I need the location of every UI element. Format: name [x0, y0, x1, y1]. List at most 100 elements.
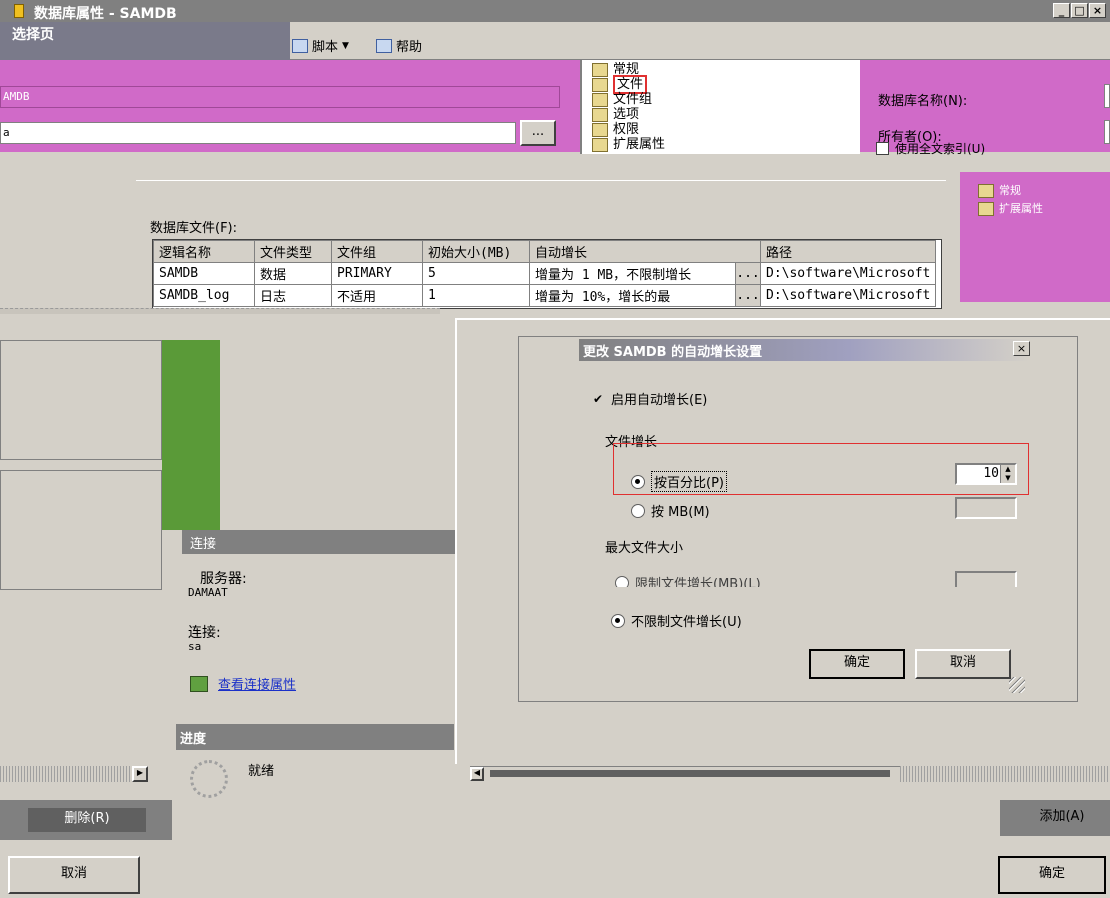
column-header[interactable]: 逻辑名称: [153, 240, 255, 263]
view-connection-properties-link[interactable]: 查看连接属性: [218, 674, 296, 693]
page-icon: [592, 77, 608, 92]
nav-item-filegroups[interactable]: 文件组: [592, 92, 792, 107]
page-nav-list: 常规 文件 文件组 选项 权限 扩展属性: [580, 60, 860, 154]
general-form-panel: AMDB a ...: [0, 60, 580, 152]
percent-radio[interactable]: [631, 474, 645, 489]
minimize-button[interactable]: _: [1053, 3, 1070, 18]
unlimited-radio[interactable]: [611, 613, 625, 628]
dialog-ok-button[interactable]: 确定: [809, 649, 905, 679]
autogrowth-dialog: 更改 SAMDB 的自动增长设置 × ✔ 启用自动增长(E) 文件增长 按百分比…: [518, 336, 1078, 702]
remove-button[interactable]: 删除(R): [28, 808, 146, 832]
nav-item-extended-properties[interactable]: 扩展属性: [592, 137, 792, 152]
mb-value-stepper: [955, 497, 1017, 519]
database-icon: [14, 4, 24, 18]
toolbar: 脚本 ▼ 帮助: [290, 22, 1110, 60]
page-icon: [592, 92, 608, 107]
percent-value-stepper[interactable]: 10 ▲ ▼: [955, 463, 1017, 485]
scroll-left-button[interactable]: ◀: [470, 767, 484, 781]
select-page-header: 选择页: [0, 22, 290, 60]
fulltext-label: 使用全文索引(U): [895, 142, 986, 156]
files-grid[interactable]: 逻辑名称 文件类型 文件组 初始大小(MB) 自动增长 路径 SAMDB 数据 …: [152, 239, 942, 309]
logical-name-cell[interactable]: SAMDB_log: [153, 284, 255, 307]
mini-nav-item-general[interactable]: 常规: [978, 182, 1021, 198]
horizontal-scrollbar[interactable]: [0, 766, 148, 782]
script-button[interactable]: 脚本 ▼: [292, 36, 349, 55]
dialog-title-bar: 更改 SAMDB 的自动增长设置: [579, 339, 1029, 361]
green-block: [162, 340, 220, 530]
file-type-cell: 日志: [254, 284, 332, 307]
bottom-right-strip: 添加(A): [1000, 800, 1110, 836]
nav-item-permissions[interactable]: 权限: [592, 122, 792, 137]
mb-option-row[interactable]: 按 MB(M): [631, 501, 710, 520]
initial-size-cell[interactable]: 1: [422, 284, 530, 307]
left-panel-fragment: [0, 340, 162, 460]
resize-grip-icon[interactable]: [1009, 677, 1025, 693]
mb-radio[interactable]: [631, 503, 645, 518]
mini-nav-item-extended[interactable]: 扩展属性: [978, 200, 1043, 216]
column-header[interactable]: 自动增长: [529, 240, 761, 263]
filegroup-cell: 不适用: [331, 284, 423, 307]
progress-status: 就绪: [248, 764, 275, 779]
page-icon: [592, 107, 608, 122]
scrollbar-track[interactable]: [900, 766, 1110, 782]
column-header[interactable]: 初始大小(MB): [422, 240, 530, 263]
connection-value: sa: [188, 640, 202, 653]
autogrowth-browse-button[interactable]: ...: [735, 284, 761, 307]
stepper-up-icon[interactable]: ▲: [1000, 465, 1015, 474]
help-button[interactable]: 帮助: [376, 36, 422, 55]
maximize-button[interactable]: □: [1071, 3, 1088, 18]
cancel-button[interactable]: 取消: [8, 856, 140, 894]
bottom-left-strip: 删除(R): [0, 800, 172, 840]
progress-header: 进度: [176, 724, 454, 750]
max-file-size-label: 最大文件大小: [605, 541, 684, 556]
connection-label: 连接:: [188, 625, 221, 641]
column-header[interactable]: 文件组: [331, 240, 423, 263]
percent-option-row[interactable]: 按百分比(P): [631, 471, 727, 492]
stepper-down-icon[interactable]: ▼: [1000, 474, 1015, 483]
progress-panel: 进度 就绪: [176, 724, 454, 864]
db-properties-panel: 数据库名称(N): 所有者(O):: [860, 60, 1110, 152]
scroll-right-button[interactable]: ▶: [132, 766, 148, 782]
ok-button[interactable]: 确定: [998, 856, 1106, 894]
chevron-down-icon: ▼: [342, 40, 349, 51]
fulltext-checkbox-row[interactable]: 使用全文索引(U): [876, 140, 985, 157]
progress-spinner-icon: [190, 760, 228, 798]
database-name-label: 数据库名称(N):: [878, 94, 968, 109]
percent-value: 10: [983, 466, 999, 481]
owner-field[interactable]: a: [0, 122, 516, 144]
nav-item-files[interactable]: 文件: [592, 75, 792, 94]
database-name-input[interactable]: [1104, 84, 1110, 108]
autogrowth-browse-button[interactable]: ...: [735, 262, 761, 285]
database-name-value: AMDB: [3, 90, 30, 103]
script-label: 脚本: [312, 40, 339, 55]
unlimited-option-row[interactable]: 不限制文件增长(U): [611, 611, 742, 630]
logical-name-cell[interactable]: SAMDB: [153, 262, 255, 285]
initial-size-cell[interactable]: 5: [422, 262, 530, 285]
select-page-title: 选择页: [12, 27, 54, 43]
close-window-button[interactable]: ×: [1089, 3, 1106, 18]
fulltext-checkbox[interactable]: [876, 142, 889, 155]
dialog-close-button[interactable]: ×: [1013, 341, 1030, 356]
files-grid-header: 逻辑名称 文件类型 文件组 初始大小(MB) 自动增长 路径: [153, 240, 937, 263]
script-icon: [292, 38, 308, 53]
scrollbar-thumb[interactable]: [490, 770, 890, 777]
table-row[interactable]: SAMDB_log 日志 不适用 1 增量为 10%，增长的最 ... D:\s…: [153, 284, 937, 307]
nav-item-options[interactable]: 选项: [592, 107, 792, 122]
autogrowth-cell: 增量为 10%，增长的最: [529, 284, 736, 307]
view-connection-properties-row[interactable]: 查看连接属性: [190, 674, 296, 693]
add-button[interactable]: 添加(A): [1022, 806, 1102, 830]
enable-autogrowth-checkbox[interactable]: ✔: [593, 393, 605, 405]
enable-autogrowth-row[interactable]: ✔ 启用自动增长(E): [593, 389, 707, 409]
window-title: 数据库属性 - SAMDB: [34, 6, 177, 22]
dialog-horizontal-scrollbar[interactable]: ◀: [470, 766, 900, 781]
table-row[interactable]: SAMDB 数据 PRIMARY 5 增量为 1 MB，不限制增长 ... D:…: [153, 262, 937, 285]
owner-browse-button[interactable]: ...: [520, 120, 556, 146]
database-files-label: 数据库文件(F):: [150, 221, 238, 236]
database-name-field[interactable]: AMDB: [0, 86, 560, 108]
column-header[interactable]: 文件类型: [254, 240, 332, 263]
dialog-cancel-button[interactable]: 取消: [915, 649, 1011, 679]
owner-input[interactable]: [1104, 120, 1110, 144]
database-files-section: 数据库文件(F): 逻辑名称 文件类型 文件组 初始大小(MB) 自动增长 路径…: [136, 180, 946, 310]
page-icon: [592, 122, 608, 137]
column-header[interactable]: 路径: [759, 240, 937, 263]
